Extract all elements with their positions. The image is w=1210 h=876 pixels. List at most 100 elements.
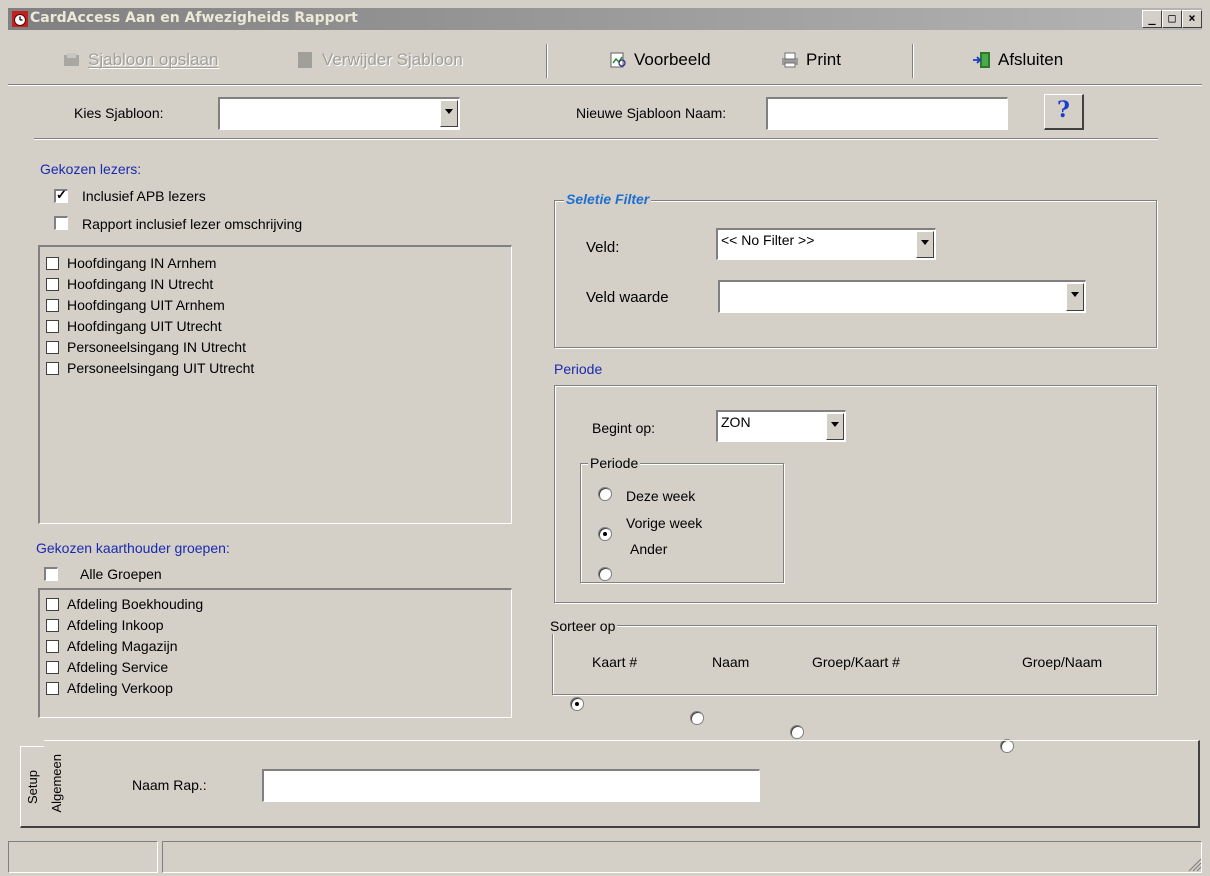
- tab-general[interactable]: Algemeen: [44, 740, 68, 826]
- help-button[interactable]: ?: [1044, 94, 1084, 130]
- sort-group-card-radio[interactable]: [790, 725, 804, 739]
- sort-card-radio[interactable]: [570, 697, 584, 711]
- list-item-label: Afdeling Boekhouding: [67, 596, 204, 612]
- exit-icon: [973, 52, 990, 68]
- report-name-label: Naam Rap.:: [132, 777, 207, 793]
- sort-name-radio[interactable]: [690, 711, 704, 725]
- status-cell-1: [8, 841, 158, 873]
- period-this-week-radio[interactable]: [598, 487, 612, 501]
- print-button[interactable]: Print: [780, 44, 841, 76]
- include-apb-checkbox[interactable]: [54, 187, 68, 203]
- exit-button[interactable]: Afsluiten: [972, 44, 1063, 76]
- all-groups-label: Alle Groepen: [80, 566, 162, 582]
- sort-card-label: Kaart #: [592, 654, 638, 670]
- starts-on-combo[interactable]: ZON: [716, 410, 846, 442]
- minimize-button[interactable]: _: [1142, 10, 1162, 28]
- list-item[interactable]: Hoofdingang IN Arnhem: [46, 255, 216, 271]
- delete-template-icon: [298, 52, 312, 68]
- print-icon: [782, 52, 798, 68]
- period-other-radio[interactable]: [598, 567, 612, 581]
- groups-title: Gekozen kaarthouder groepen:: [36, 540, 230, 556]
- all-groups-checkbox[interactable]: [44, 567, 58, 581]
- checkbox[interactable]: [46, 340, 59, 354]
- checkbox[interactable]: [46, 597, 59, 611]
- chevron-down-icon[interactable]: [440, 100, 458, 127]
- include-description-checkbox[interactable]: [54, 216, 68, 230]
- tab-setup[interactable]: Setup: [20, 746, 44, 828]
- readers-title: Gekozen lezers:: [40, 161, 142, 177]
- checkbox[interactable]: [46, 256, 59, 270]
- field-value-combo[interactable]: [718, 280, 1086, 313]
- checkbox[interactable]: [46, 681, 59, 695]
- close-button[interactable]: ×: [1182, 10, 1202, 28]
- chevron-down-icon[interactable]: [826, 413, 844, 440]
- list-item[interactable]: Afdeling Service: [46, 659, 168, 675]
- choose-template-label: Kies Sjabloon:: [74, 105, 164, 121]
- print-label: Print: [806, 50, 841, 69]
- field-label: Veld:: [586, 239, 620, 256]
- list-item[interactable]: Afdeling Boekhouding: [46, 596, 203, 612]
- list-item[interactable]: Afdeling Inkoop: [46, 617, 164, 633]
- list-item[interactable]: Personeelsingang IN Utrecht: [46, 339, 246, 355]
- checkbox[interactable]: [46, 660, 59, 674]
- groups-list[interactable]: Afdeling Boekhouding Afdeling Inkoop Afd…: [38, 588, 512, 718]
- sort-group-name-label: Groep/Naam: [1022, 654, 1103, 670]
- tab-setup-label: Setup: [25, 769, 40, 804]
- readers-list[interactable]: Hoofdingang IN Arnhem Hoofdingang IN Utr…: [38, 245, 512, 524]
- preview-icon: [610, 52, 626, 68]
- list-item-label: Personeelsingang IN Utrecht: [67, 339, 246, 355]
- list-item-label: Afdeling Verkoop: [67, 680, 173, 696]
- field-combo[interactable]: << No Filter >>: [716, 228, 936, 260]
- starts-on-label: Begint op:: [592, 420, 656, 436]
- list-item[interactable]: Personeelsingang UIT Utrecht: [46, 360, 254, 376]
- new-template-name-label: Nieuwe Sjabloon Naam:: [576, 105, 727, 121]
- checkbox[interactable]: [46, 639, 59, 653]
- status-cell-2: [162, 841, 1202, 873]
- delete-template-button[interactable]: Verwijder Sjabloon: [296, 44, 463, 76]
- selection-filter-group: [554, 200, 1157, 348]
- field-value-label: Veld waarde: [586, 289, 669, 306]
- toolbar-divider: [8, 84, 1202, 86]
- sort-name-label: Naam: [712, 654, 750, 670]
- list-item-label: Afdeling Magazijn: [67, 638, 178, 654]
- list-item-label: Hoofdingang UIT Utrecht: [67, 318, 222, 334]
- app-clock-icon: [12, 11, 28, 27]
- preview-button[interactable]: Voorbeeld: [608, 44, 711, 76]
- title-bar: CardAccess Aan en Afwezigheids Rapport _…: [8, 8, 1202, 30]
- list-item[interactable]: Hoofdingang UIT Utrecht: [46, 318, 222, 334]
- choose-template-combo[interactable]: [218, 97, 460, 130]
- save-template-icon: [64, 53, 79, 66]
- starts-on-value: ZON: [721, 414, 751, 430]
- checkbox[interactable]: [46, 361, 59, 375]
- tab-general-label: Algemeen: [48, 753, 64, 813]
- period-last-week-radio[interactable]: [598, 527, 612, 541]
- resize-grip-icon[interactable]: [1186, 856, 1202, 872]
- list-item-label: Personeelsingang UIT Utrecht: [67, 360, 255, 376]
- checkbox[interactable]: [46, 277, 59, 291]
- list-item-label: Afdeling Service: [67, 659, 169, 675]
- list-item[interactable]: Afdeling Magazijn: [46, 638, 178, 654]
- window-title: CardAccess Aan en Afwezigheids Rapport: [30, 10, 358, 26]
- report-name-input[interactable]: [262, 769, 760, 802]
- list-item-label: Afdeling Inkoop: [67, 617, 164, 633]
- save-template-button[interactable]: Sjabloon opslaan: [62, 44, 218, 76]
- checkbox[interactable]: [46, 319, 59, 333]
- exit-label: Afsluiten: [998, 50, 1064, 69]
- sort-title: Sorteer op: [548, 618, 618, 634]
- chevron-down-icon[interactable]: [1066, 283, 1084, 311]
- list-item[interactable]: Hoofdingang UIT Arnhem: [46, 297, 225, 313]
- list-item[interactable]: Hoofdingang IN Utrecht: [46, 276, 213, 292]
- new-template-name-input[interactable]: [766, 97, 1008, 130]
- preview-label: Voorbeeld: [634, 50, 711, 69]
- period-last-week-label: Vorige week: [626, 515, 703, 531]
- toolbar-separator: [546, 44, 548, 78]
- checkbox[interactable]: [46, 298, 59, 312]
- maximize-button[interactable]: □: [1162, 10, 1182, 28]
- list-item-label: Hoofdingang IN Arnhem: [67, 255, 217, 271]
- checkbox[interactable]: [46, 618, 59, 632]
- list-item[interactable]: Afdeling Verkoop: [46, 680, 173, 696]
- delete-template-label: Verwijder Sjabloon: [322, 50, 463, 69]
- toolbar-separator: [912, 44, 914, 78]
- chevron-down-icon[interactable]: [916, 231, 934, 258]
- save-template-label: Sjabloon opslaan: [88, 50, 219, 69]
